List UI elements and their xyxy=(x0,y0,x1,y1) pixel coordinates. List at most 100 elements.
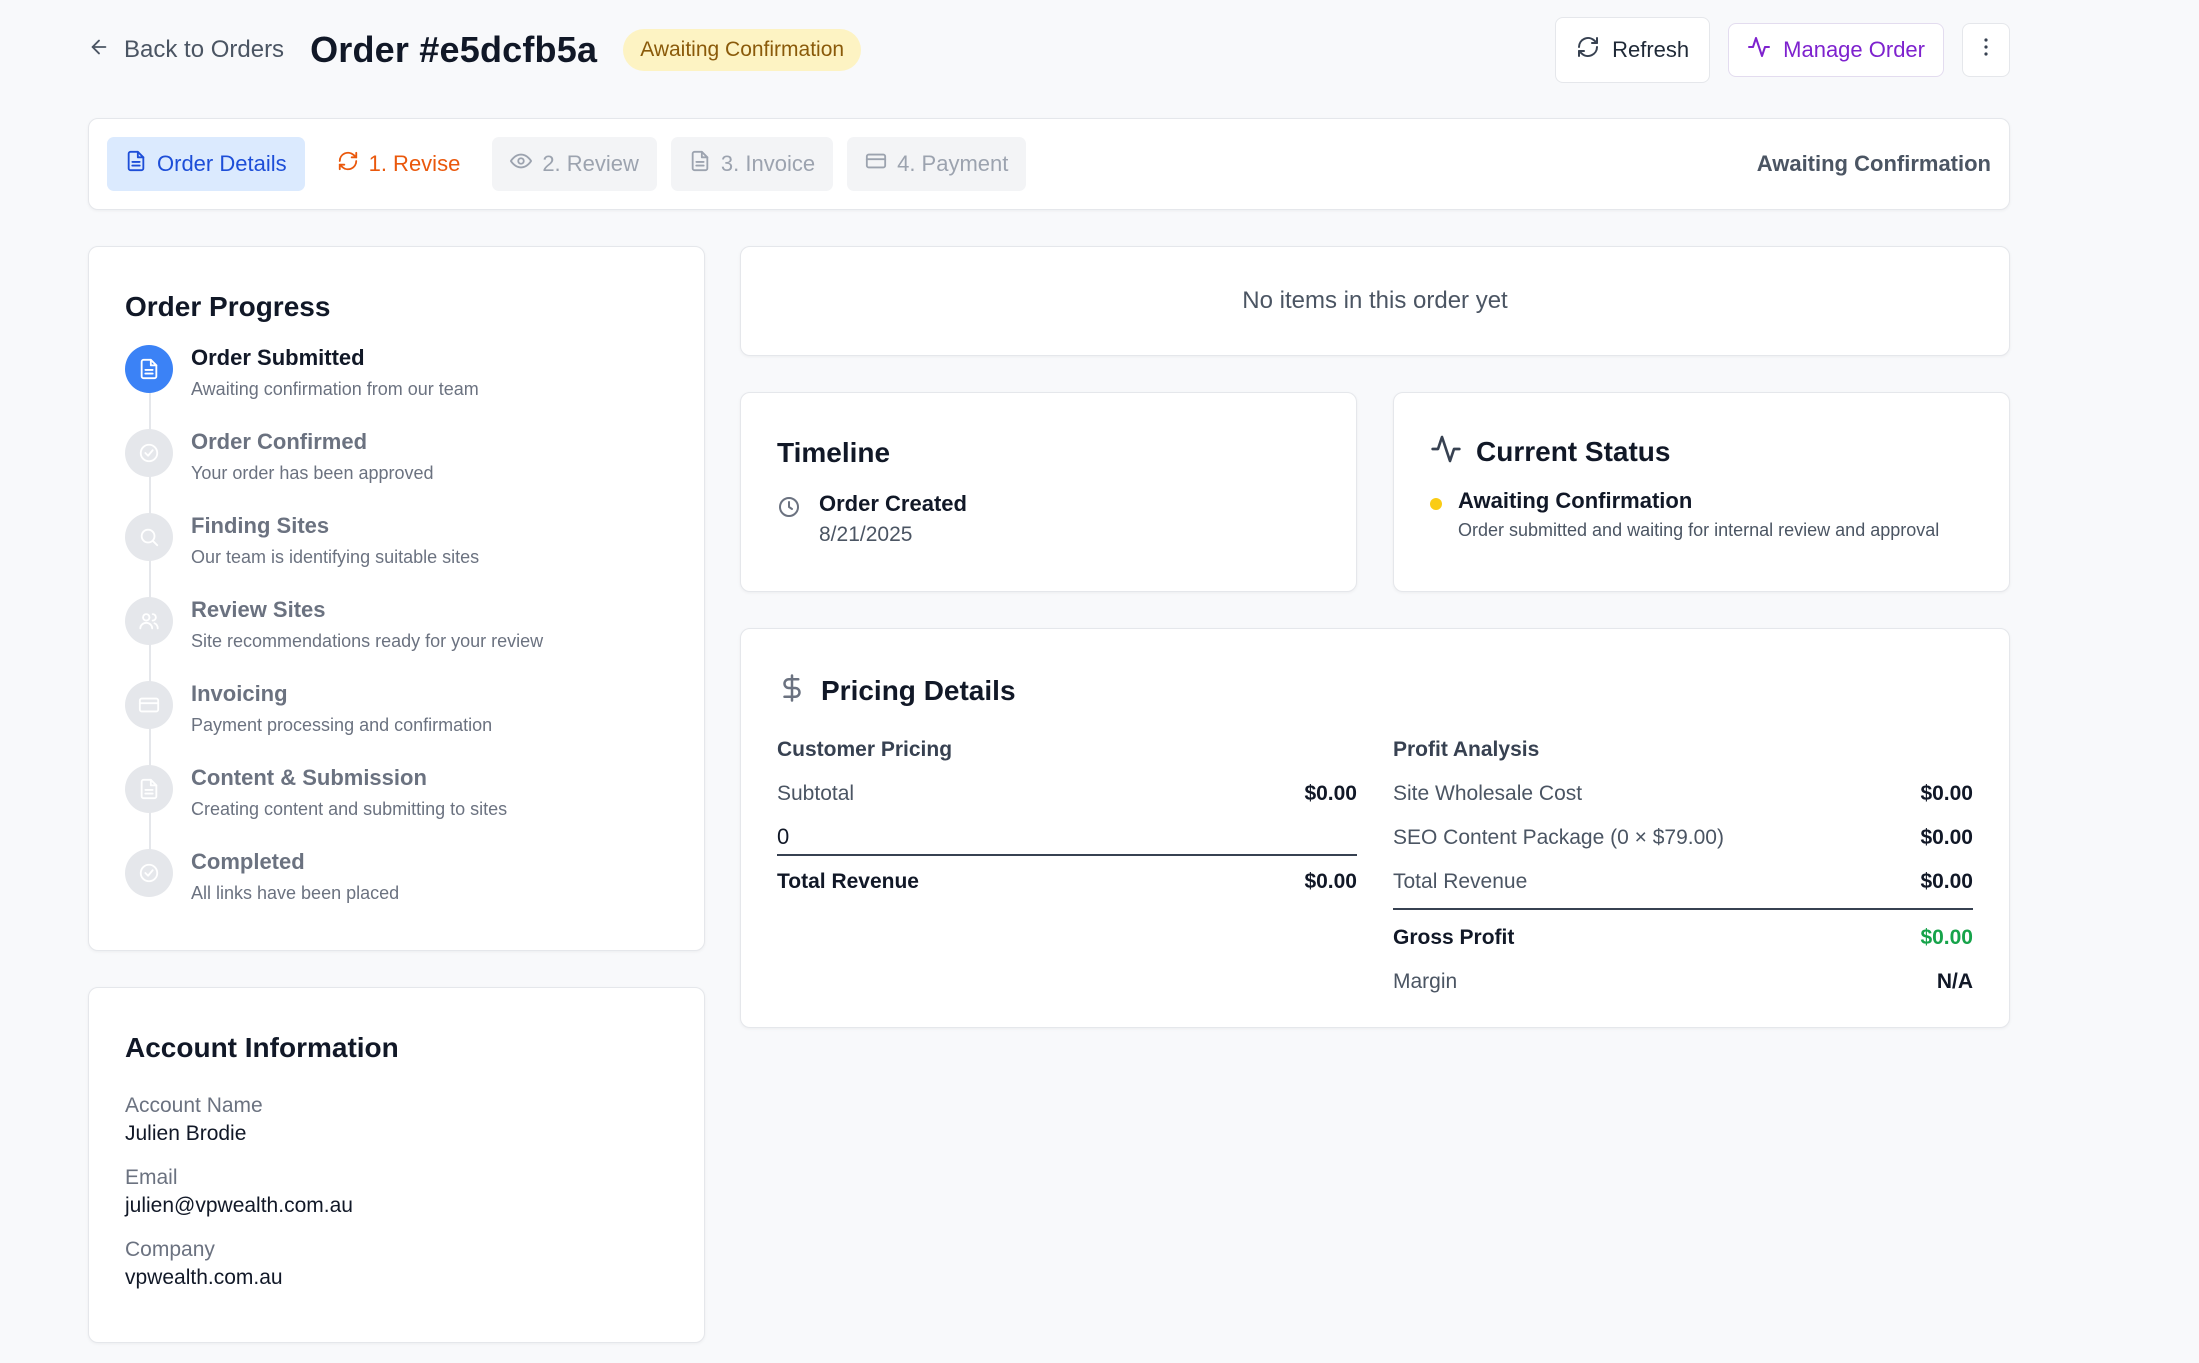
progress-steps: Order Submitted Awaiting confirmation fr… xyxy=(125,343,668,931)
order-progress-title: Order Progress xyxy=(125,291,331,322)
arrow-left-icon xyxy=(88,36,110,65)
email-label: Email xyxy=(125,1166,178,1189)
pricing-details-card: Pricing Details Customer Pricing Subtota… xyxy=(740,628,2010,1028)
document-icon xyxy=(125,150,147,178)
tab-label: 3. Invoice xyxy=(720,151,816,176)
step-name: Review Sites xyxy=(191,597,326,622)
timeline-card: Timeline Order Created 8/21/2025 xyxy=(740,392,1357,592)
profit-divider xyxy=(1393,908,1973,910)
current-status-item: Awaiting Confirmation Order submitted an… xyxy=(1430,488,1973,541)
timeline-event: Order Created 8/21/2025 xyxy=(777,491,1320,547)
profit-row: Site Wholesale Cost $0.00 xyxy=(1393,782,1973,806)
current-status-name: Awaiting Confirmation xyxy=(1458,488,1693,513)
activity-icon xyxy=(1430,433,1462,470)
tab-review[interactable]: 2. Review xyxy=(492,137,657,191)
empty-items-text: No items in this order yet xyxy=(1242,287,1508,314)
gross-profit-label: Gross Profit xyxy=(1393,926,1515,949)
step-desc: Creating content and submitting to sites xyxy=(191,799,508,819)
tab-revise[interactable]: 1. Revise xyxy=(319,137,479,191)
profit-row-label: Total Revenue xyxy=(1393,870,1528,893)
profit-row-value: $0.00 xyxy=(1920,826,1973,849)
subtotal-label: Subtotal xyxy=(777,782,855,805)
step-desc: Payment processing and confirmation xyxy=(191,715,493,735)
tab-order-details[interactable]: Order Details xyxy=(107,137,305,191)
subtotal-row: Subtotal $0.00 xyxy=(777,782,1357,806)
customer-pricing-title: Customer Pricing xyxy=(777,738,953,761)
tab-label: 2. Review xyxy=(542,151,639,176)
manage-order-button[interactable]: Manage Order xyxy=(1728,23,1944,77)
order-tabs: Order Details 1. Revise 2. Review 3. Inv… xyxy=(88,118,2010,210)
profit-row-value: $0.00 xyxy=(1920,782,1973,805)
activity-icon xyxy=(1747,35,1771,65)
current-status-title: Current Status xyxy=(1476,435,1671,467)
pricing-details-title: Pricing Details xyxy=(821,674,1016,706)
dollar-icon xyxy=(777,673,807,708)
profit-row-label: Site Wholesale Cost xyxy=(1393,782,1583,805)
order-items-empty: No items in this order yet xyxy=(740,246,2010,356)
pricing-adjustment-input[interactable] xyxy=(777,820,1357,856)
company-value: vpwealth.com.au xyxy=(125,1266,283,1289)
tab-payment[interactable]: 4. Payment xyxy=(847,137,1027,191)
refresh-button[interactable]: Refresh xyxy=(1555,17,1711,83)
tab-label: Order Details xyxy=(157,151,287,176)
clock-icon xyxy=(777,491,801,547)
email-value: julien@vpwealth.com.au xyxy=(125,1194,353,1217)
more-options-button[interactable] xyxy=(1962,23,2010,77)
check-circle-icon xyxy=(125,849,173,897)
credit-card-icon xyxy=(865,150,887,178)
step-desc: Awaiting confirmation from our team xyxy=(191,379,479,399)
tab-label: 1. Revise xyxy=(368,151,461,176)
step-review-sites: Review Sites Site recommendations ready … xyxy=(125,595,668,679)
step-desc: Site recommendations ready for your revi… xyxy=(191,631,544,651)
step-name: Order Submitted xyxy=(191,345,365,370)
credit-card-icon xyxy=(125,681,173,729)
profit-row-value: $0.00 xyxy=(1920,870,1973,893)
document-icon xyxy=(689,150,711,178)
step-content-submission: Content & Submission Creating content an… xyxy=(125,763,668,847)
profit-analysis-column: Profit Analysis Site Wholesale Cost $0.0… xyxy=(1393,738,1973,994)
total-revenue-label: Total Revenue xyxy=(777,870,919,893)
gross-profit-row: Gross Profit $0.00 xyxy=(1393,926,1973,950)
search-icon xyxy=(125,513,173,561)
step-invoicing: Invoicing Payment processing and confirm… xyxy=(125,679,668,763)
step-order-submitted: Order Submitted Awaiting confirmation fr… xyxy=(125,343,668,427)
page-title: Order #e5dcfb5a xyxy=(310,29,598,70)
tab-invoice[interactable]: 3. Invoice xyxy=(670,137,834,191)
profit-row-label: SEO Content Package (0 × $79.00) xyxy=(1393,826,1724,849)
timeline-event-date: 8/21/2025 xyxy=(819,523,913,546)
refresh-icon xyxy=(1576,35,1600,65)
total-revenue-value: $0.00 xyxy=(1304,870,1357,893)
step-completed: Completed All links have been placed xyxy=(125,847,668,931)
document-icon xyxy=(125,765,173,813)
account-name-label: Account Name xyxy=(125,1094,263,1117)
order-progress-card: Order Progress Order Submitted Awaiting … xyxy=(88,246,705,951)
profit-row: SEO Content Package (0 × $79.00) $0.00 xyxy=(1393,826,1973,850)
status-badge: Awaiting Confirmation xyxy=(623,29,862,71)
step-name: Completed xyxy=(191,849,305,874)
company-label: Company xyxy=(125,1238,215,1261)
timeline-title: Timeline xyxy=(777,437,891,468)
step-desc: Your order has been approved xyxy=(191,463,434,483)
back-to-orders-link[interactable]: Back to Orders xyxy=(88,36,284,65)
refresh-icon xyxy=(337,150,359,178)
step-desc: Our team is identifying suitable sites xyxy=(191,547,480,567)
step-name: Content & Submission xyxy=(191,765,427,790)
customer-pricing-column: Customer Pricing Subtotal $0.00 Total Re… xyxy=(777,738,1357,994)
step-desc: All links have been placed xyxy=(191,883,400,903)
profit-row: Total Revenue $0.00 xyxy=(1393,870,1973,894)
header-actions: Refresh Manage Order xyxy=(1555,17,2010,83)
account-name-value: Julien Brodie xyxy=(125,1122,247,1145)
profit-analysis-title: Profit Analysis xyxy=(1393,738,1540,761)
total-revenue-row: Total Revenue $0.00 xyxy=(777,870,1357,894)
account-info-title: Account Information xyxy=(125,1032,399,1063)
step-finding-sites: Finding Sites Our team is identifying su… xyxy=(125,511,668,595)
step-name: Finding Sites xyxy=(191,513,330,538)
tabs-status-text: Awaiting Confirmation xyxy=(1756,151,1991,176)
refresh-label: Refresh xyxy=(1612,37,1690,62)
current-status-card: Current Status Awaiting Confirmation Ord… xyxy=(1393,392,2010,592)
eye-icon xyxy=(510,150,533,178)
status-dot xyxy=(1430,498,1442,510)
more-vertical-icon xyxy=(1974,35,1998,65)
top-bar: Back to Orders Order #e5dcfb5a Awaiting … xyxy=(88,14,2010,86)
document-icon xyxy=(125,345,173,393)
